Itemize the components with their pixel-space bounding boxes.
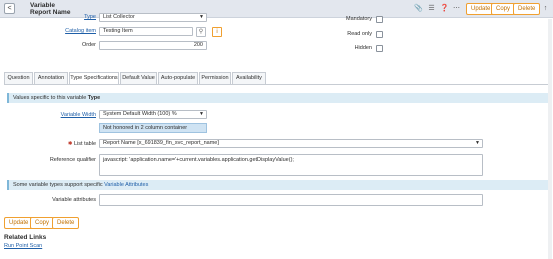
- search-icon[interactable]: ⚲: [196, 27, 206, 37]
- tab-permission[interactable]: Permission: [199, 72, 231, 84]
- list-table-value: Report Name [x_691839_fin_svc_report_nam…: [103, 140, 219, 146]
- attributes-section-header-text: Some variable types support specific: [13, 182, 105, 188]
- mandatory-label: Mandatory: [346, 16, 372, 22]
- back-button[interactable]: <: [4, 3, 15, 14]
- scrollbar[interactable]: [548, 19, 552, 259]
- tab-question[interactable]: Question: [4, 72, 33, 84]
- tab-auto-populate[interactable]: Auto-populate: [158, 72, 198, 84]
- tab-divider: [4, 84, 549, 85]
- attributes-section-header: Some variable types support specific Var…: [7, 180, 552, 190]
- list-table-label: ✱ List table: [40, 141, 96, 147]
- order-field[interactable]: 200: [99, 41, 207, 50]
- read-only-label: Read only: [347, 31, 372, 37]
- type-select-value: List Collector: [103, 14, 135, 20]
- variable-width-select[interactable]: System Default Width (100) % ▼: [99, 110, 207, 119]
- required-marker-icon: ✱: [67, 141, 73, 147]
- read-only-checkbox[interactable]: [376, 31, 383, 38]
- reference-qualifier-label: Reference qualifier: [49, 157, 96, 163]
- more-icon[interactable]: ⋯: [452, 4, 461, 13]
- settings-sliders-icon[interactable]: ☰: [427, 4, 436, 13]
- chevron-down-icon: ▼: [475, 140, 480, 146]
- variable-form-page: < Variable Report Name 📎 ☰ ❓ ⋯ Update Co…: [0, 0, 553, 259]
- help-icon[interactable]: ❓: [440, 4, 449, 13]
- preview-record-icon[interactable]: i: [212, 27, 222, 37]
- catalog-item-label[interactable]: Catalog item: [50, 28, 96, 34]
- hidden-checkbox[interactable]: [376, 45, 383, 52]
- related-links-title: Related Links: [4, 234, 47, 241]
- catalog-item-field[interactable]: Testing Item: [99, 27, 193, 36]
- copy-button-bottom[interactable]: Copy: [30, 217, 55, 229]
- type-section-header-bold: Type: [87, 95, 101, 101]
- chevron-down-icon: ▼: [199, 14, 204, 20]
- tab-annotation[interactable]: Annotation: [34, 72, 68, 84]
- variable-attributes-link[interactable]: Variable Attributes: [104, 182, 148, 188]
- variable-width-label[interactable]: Variable Width: [40, 112, 96, 118]
- variable-attributes-label: Variable attributes: [52, 197, 96, 203]
- list-table-label-text: List table: [73, 141, 96, 147]
- chevron-down-icon: ▼: [199, 111, 204, 117]
- copy-button[interactable]: Copy: [491, 3, 516, 15]
- type-section-header: Values specific to this variable Type: [7, 93, 552, 103]
- hidden-label: Hidden: [354, 45, 372, 51]
- type-select[interactable]: List Collector ▼: [99, 13, 207, 22]
- update-button-bottom[interactable]: Update: [4, 217, 34, 229]
- variable-width-value: System Default Width (100) %: [103, 111, 177, 117]
- type-section-header-text: Values specific to this variable: [13, 95, 88, 101]
- list-table-select[interactable]: Report Name [x_691839_fin_svc_report_nam…: [99, 139, 483, 148]
- related-link-run-point-scan[interactable]: Run Point Scan: [4, 243, 42, 249]
- paperclip-icon[interactable]: 📎: [414, 4, 423, 13]
- variable-attributes-field[interactable]: [99, 194, 483, 206]
- scroll-top-icon[interactable]: ↑: [541, 4, 550, 13]
- delete-button-bottom[interactable]: Delete: [52, 217, 80, 229]
- tab-availability[interactable]: Availability: [232, 72, 266, 84]
- form-title-table: Variable: [30, 2, 55, 9]
- variable-width-note: Not honored in 2 column container: [99, 123, 207, 133]
- delete-button[interactable]: Delete: [513, 3, 541, 15]
- reference-qualifier-field[interactable]: javascript: 'application.name='+current.…: [99, 154, 483, 176]
- mandatory-checkbox[interactable]: [376, 16, 383, 23]
- type-label[interactable]: Type: [60, 14, 96, 20]
- order-label: Order: [81, 42, 96, 48]
- tab-default-value[interactable]: Default Value: [120, 72, 157, 84]
